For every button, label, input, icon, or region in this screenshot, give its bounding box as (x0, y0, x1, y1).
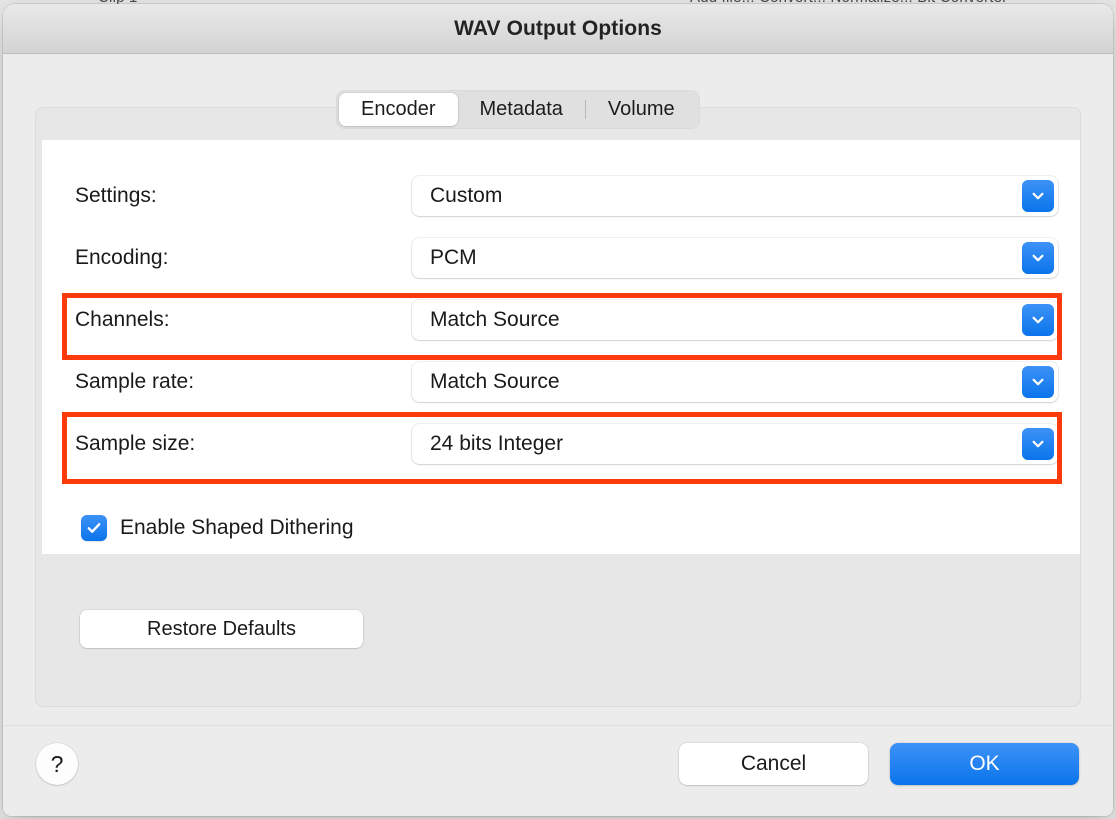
restore-defaults-label: Restore Defaults (147, 617, 296, 640)
chevron-down-icon[interactable] (1022, 366, 1054, 398)
tab-encoder-label: Encoder (361, 98, 436, 120)
wav-output-options-dialog: WAV Output Options Encoder Metadata Volu… (3, 4, 1113, 816)
tab-volume-label: Volume (607, 98, 675, 120)
encoding-popup-button[interactable]: PCM (412, 238, 1058, 278)
sample-rate-label: Sample rate: (75, 370, 195, 393)
tab-metadata[interactable]: Metadata (458, 93, 585, 126)
sample-size-popup-button[interactable]: 24 bits Integer (412, 424, 1058, 464)
form-row-channels: Channels: Match Source (42, 292, 1080, 348)
tab-bar: Encoder Metadata Volume (336, 90, 700, 129)
sample-size-popup-value: 24 bits Integer (430, 432, 564, 455)
restore-defaults-button[interactable]: Restore Defaults (80, 610, 363, 648)
chevron-down-icon[interactable] (1022, 304, 1054, 336)
tab-encoder[interactable]: Encoder (339, 93, 458, 126)
chevron-down-icon[interactable] (1022, 428, 1054, 460)
enable-shaped-dithering-checkbox[interactable] (81, 515, 107, 541)
channels-popup-value: Match Source (430, 308, 560, 331)
question-mark-icon: ? (50, 750, 64, 777)
form-row-settings: Settings: Custom (42, 168, 1080, 224)
channels-popup-button[interactable]: Match Source (412, 300, 1058, 340)
ok-button-label: OK (969, 752, 1000, 775)
chevron-down-icon[interactable] (1022, 180, 1054, 212)
tab-metadata-label: Metadata (479, 98, 563, 120)
cancel-button-label: Cancel (740, 752, 807, 775)
dialog-footer: ? Cancel OK (3, 725, 1113, 816)
page-title: WAV Output Options (454, 17, 662, 40)
settings-label: Settings: (75, 184, 157, 207)
tab-volume[interactable]: Volume (586, 93, 697, 126)
sample-rate-popup-button[interactable]: Match Source (412, 362, 1058, 402)
encoding-label: Encoding: (75, 246, 169, 269)
chevron-down-icon[interactable] (1022, 242, 1054, 274)
sample-rate-popup-value: Match Source (430, 370, 560, 393)
checkmark-icon (87, 523, 101, 533)
encoder-settings-panel: Settings: Custom Encoding: PCM Channels:… (42, 140, 1080, 554)
settings-popup-value: Custom (430, 184, 503, 207)
cancel-button[interactable]: Cancel (679, 743, 868, 785)
form-row-encoding: Encoding: PCM (42, 230, 1080, 286)
settings-popup-button[interactable]: Custom (412, 176, 1058, 216)
dialog-titlebar: WAV Output Options (3, 4, 1113, 54)
enable-shaped-dithering-label: Enable Shaped Dithering (120, 516, 354, 539)
form-row-sample-size: Sample size: 24 bits Integer (42, 416, 1080, 472)
encoding-popup-value: PCM (430, 246, 477, 269)
form-row-sample-rate: Sample rate: Match Source (42, 354, 1080, 410)
help-button[interactable]: ? (36, 743, 78, 785)
sample-size-label: Sample size: (75, 432, 196, 455)
channels-label: Channels: (75, 308, 170, 331)
ok-button[interactable]: OK (890, 743, 1079, 785)
